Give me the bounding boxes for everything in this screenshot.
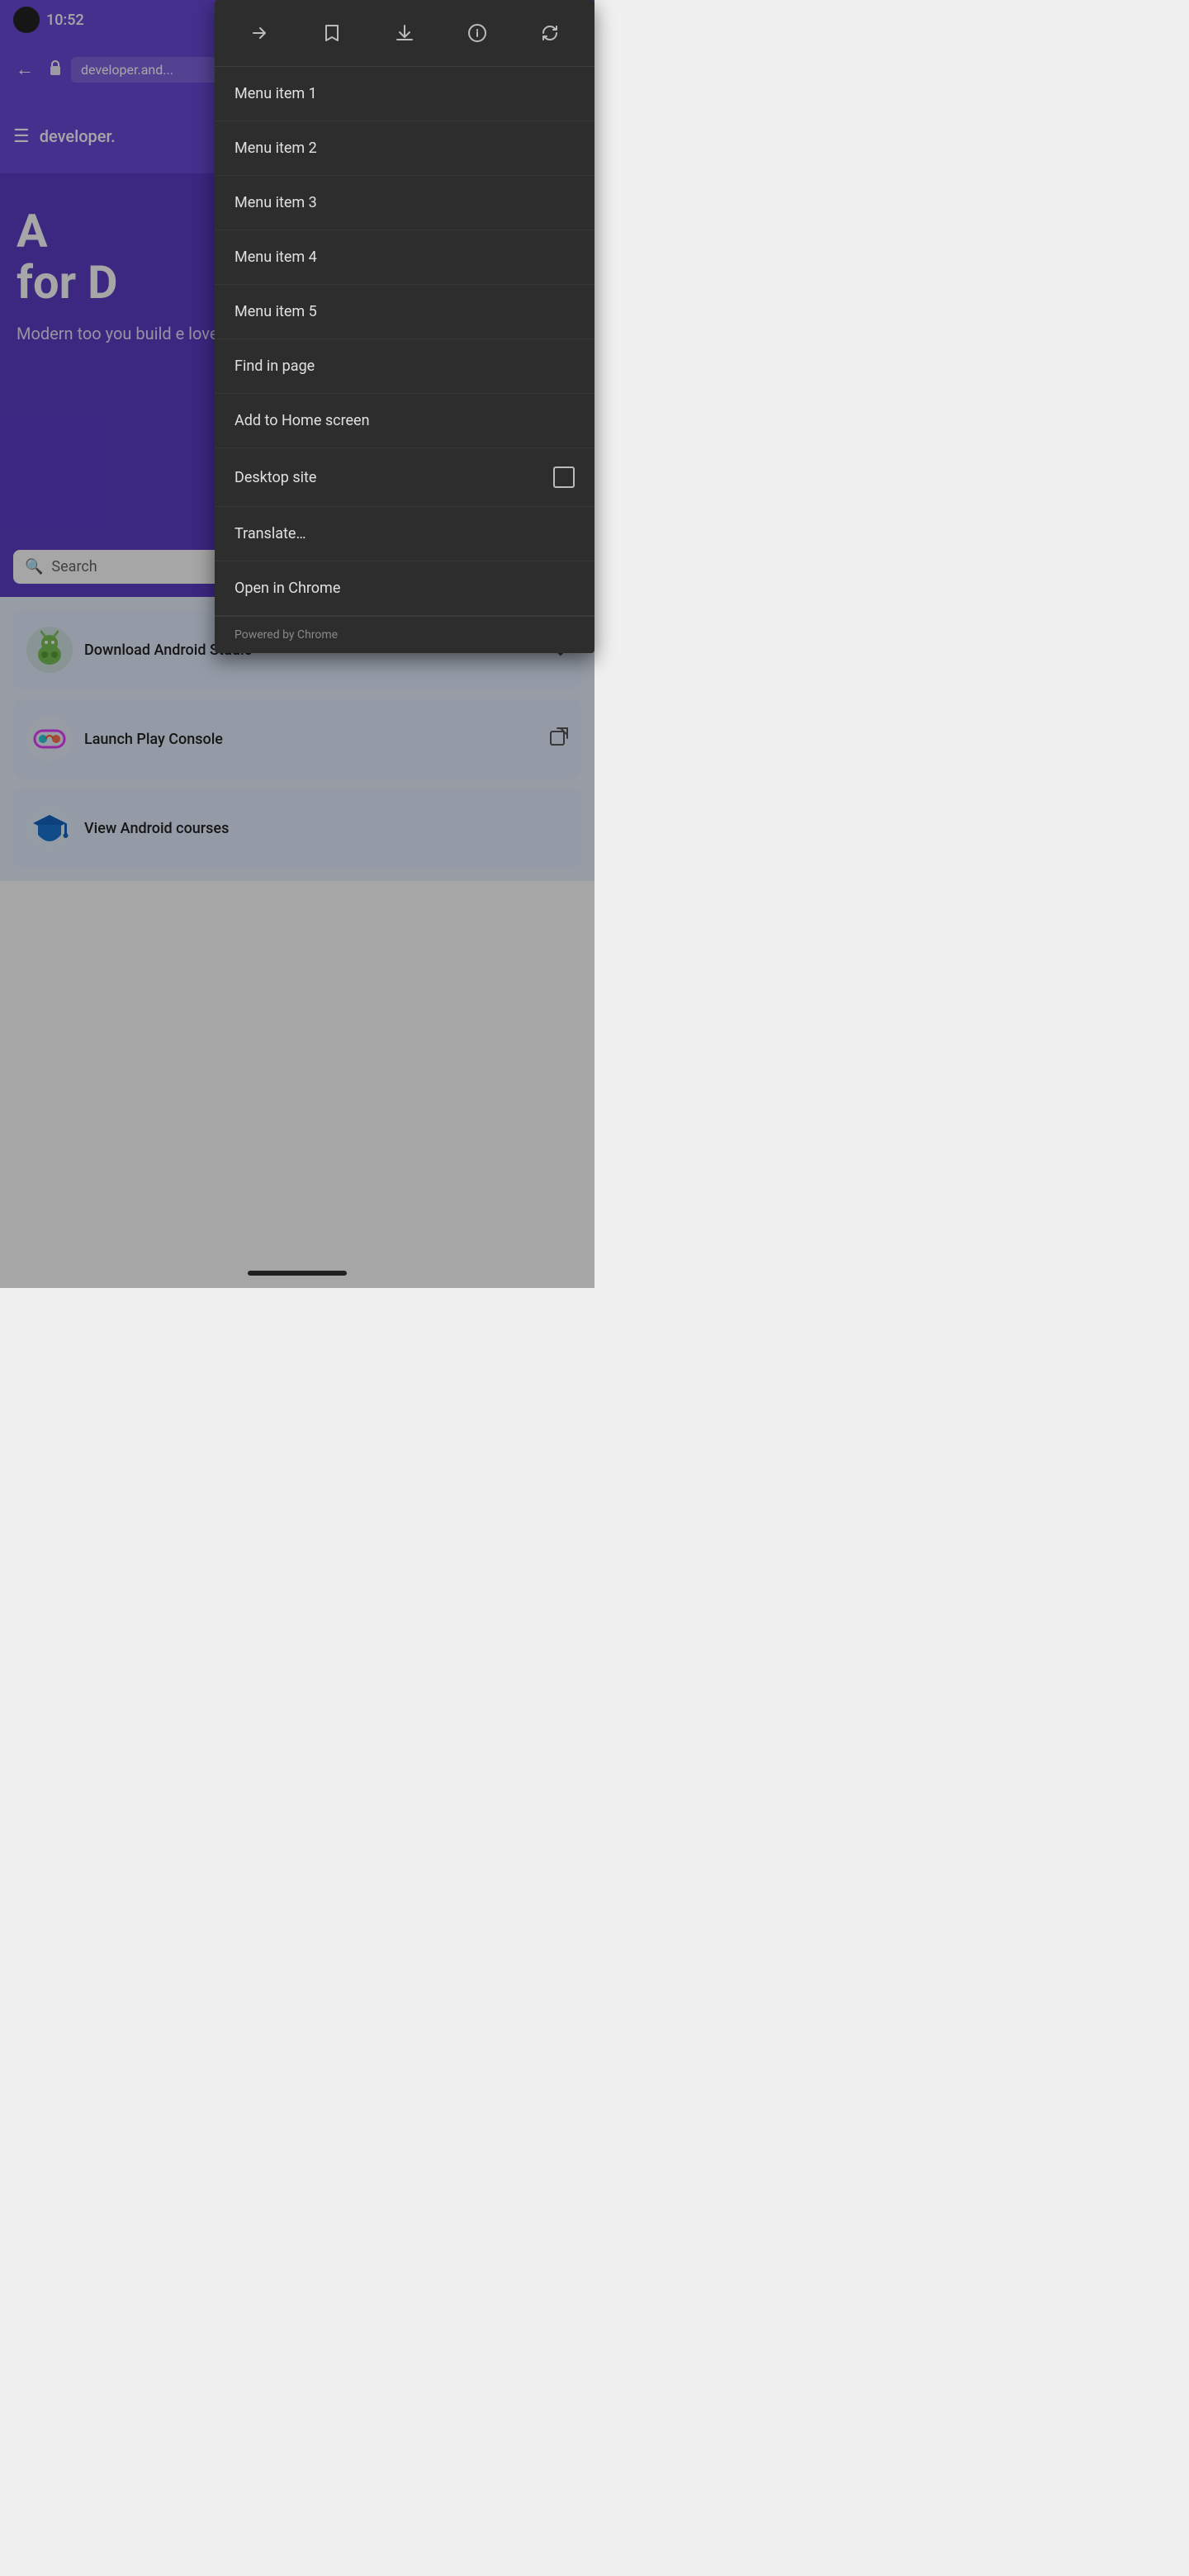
find-in-page-item[interactable]: Find in page [215,339,594,394]
add-to-home-screen-item[interactable]: Add to Home screen [215,394,594,448]
menu-item-3[interactable]: Menu item 3 [215,176,594,230]
toolbar-refresh-button[interactable] [528,12,571,54]
menu-toolbar [215,0,594,67]
desktop-site-item[interactable]: Desktop site [215,448,594,507]
desktop-site-checkbox[interactable] [553,466,575,488]
menu-item-4[interactable]: Menu item 4 [215,230,594,285]
translate-item[interactable]: Translate… [215,507,594,561]
dropdown-menu: Menu item 1 Menu item 2 Menu item 3 Menu… [215,0,594,653]
menu-item-2[interactable]: Menu item 2 [215,121,594,176]
menu-item-5[interactable]: Menu item 5 [215,285,594,339]
menu-item-1[interactable]: Menu item 1 [215,67,594,121]
toolbar-forward-button[interactable] [238,12,281,54]
open-in-chrome-item[interactable]: Open in Chrome [215,561,594,616]
menu-footer: Powered by Chrome [215,616,594,653]
toolbar-download-button[interactable] [383,12,426,54]
toolbar-bookmark-button[interactable] [310,12,353,54]
toolbar-info-button[interactable] [456,12,499,54]
